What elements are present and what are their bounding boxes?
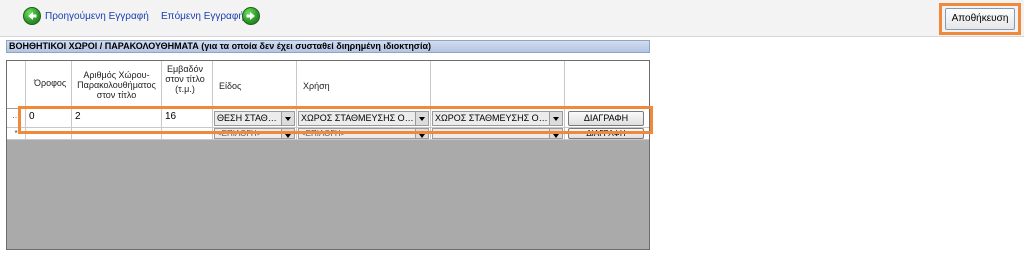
new-row-indicator[interactable]: * bbox=[7, 128, 26, 140]
chevron-down-icon[interactable] bbox=[281, 129, 294, 138]
column-header-action bbox=[565, 61, 649, 109]
chevron-down-icon[interactable] bbox=[415, 129, 428, 138]
use-cell: ΧΩΡΟΣ ΣΤΑΘΜΕΥΣΗΣ Ο… bbox=[297, 109, 431, 128]
column-header-use-label: Χρήση bbox=[303, 81, 330, 91]
section-title: ΒΟΗΘΗΤΙΚΟΙ ΧΩΡΟΙ / ΠΑΡΑΚΟΛΟΥΘΗΜΑΤΑ (για … bbox=[6, 40, 650, 53]
type-dropdown[interactable]: ΘΕΣΗ ΣΤΑΘ… bbox=[214, 111, 295, 126]
new-type-dropdown[interactable]: <ΕΠΙΛΟΓΗ> bbox=[214, 128, 295, 139]
extra-dropdown-value: ΧΩΡΟΣ ΣΤΑΘΜΕΥΣΗΣ Ο… bbox=[435, 113, 548, 123]
new-space-number-input[interactable] bbox=[72, 128, 162, 140]
new-action-cell: ΔΙΑΓΡΑΦΗ bbox=[565, 128, 649, 140]
new-use-cell: <ΕΠΙΛΟΓΗ> bbox=[297, 128, 431, 140]
column-header-type-label: Είδος bbox=[219, 81, 242, 91]
extra-dropdown[interactable]: ΧΩΡΟΣ ΣΤΑΘΜΕΥΣΗΣ Ο… bbox=[432, 111, 563, 126]
previous-record-link[interactable]: Προηγούμενη Εγγραφή bbox=[45, 11, 149, 22]
column-header-floor[interactable]: Όροφος bbox=[26, 61, 72, 109]
column-header-number-label: Αριθμός Χώρου-Παρακολουθήματος στον τίτλ… bbox=[77, 70, 156, 100]
new-delete-row-button[interactable]: ΔΙΑΓΡΑΦΗ bbox=[568, 128, 644, 139]
column-header-extra[interactable] bbox=[431, 61, 565, 109]
new-type-cell: <ΕΠΙΛΟΓΗ> bbox=[213, 128, 297, 140]
new-extra-dropdown[interactable] bbox=[432, 128, 563, 139]
row-header-corner bbox=[7, 61, 26, 109]
column-header-use[interactable]: Χρήση bbox=[297, 61, 431, 109]
area-input[interactable]: 16 bbox=[162, 109, 213, 128]
previous-record-button[interactable] bbox=[23, 7, 41, 25]
chevron-down-icon[interactable] bbox=[281, 112, 294, 125]
save-button[interactable]: Αποθήκευση bbox=[945, 8, 1015, 30]
chevron-down-icon[interactable] bbox=[549, 112, 562, 125]
arrow-right-icon bbox=[246, 12, 255, 20]
auxiliary-spaces-grid: Όροφος Αριθμός Χώρου-Παρακολουθήματος στ… bbox=[6, 60, 650, 250]
new-extra-cell bbox=[431, 128, 565, 140]
action-cell: ΔΙΑΓΡΑΦΗ bbox=[565, 109, 649, 128]
column-header-area-label: Εμβαδόν στον τίτλο (τ.μ.) bbox=[165, 64, 205, 94]
chevron-down-icon[interactable] bbox=[549, 129, 562, 138]
new-floor-input[interactable] bbox=[26, 128, 72, 140]
use-dropdown[interactable]: ΧΩΡΟΣ ΣΤΑΘΜΕΥΣΗΣ Ο… bbox=[298, 111, 429, 126]
extra-cell: ΧΩΡΟΣ ΣΤΑΘΜΕΥΣΗΣ Ο… bbox=[431, 109, 565, 128]
type-dropdown-value: ΘΕΣΗ ΣΤΑΘ… bbox=[217, 113, 277, 123]
toolbar: Προηγούμενη Εγγραφή Επόμενη Εγγραφή Αποθ… bbox=[0, 0, 1024, 37]
arrow-left-icon bbox=[28, 12, 37, 20]
column-header-floor-label: Όροφος bbox=[34, 78, 67, 88]
type-cell: ΘΕΣΗ ΣΤΑΘ… bbox=[213, 109, 297, 128]
floor-input[interactable]: 0 bbox=[26, 109, 72, 128]
new-use-dropdown-value: <ΕΠΙΛΟΓΗ> bbox=[301, 129, 346, 138]
new-use-dropdown[interactable]: <ΕΠΙΛΟΓΗ> bbox=[298, 128, 429, 139]
use-dropdown-value: ΧΩΡΟΣ ΣΤΑΘΜΕΥΣΗΣ Ο… bbox=[301, 113, 414, 123]
new-area-input[interactable] bbox=[162, 128, 213, 140]
row-indicator[interactable]: … bbox=[7, 109, 26, 128]
column-header-type[interactable]: Είδος bbox=[213, 61, 297, 109]
column-header-area[interactable]: Εμβαδόν στον τίτλο (τ.μ.) bbox=[162, 61, 213, 109]
next-record-link[interactable]: Επόμενη Εγγραφή bbox=[161, 11, 244, 22]
column-header-number[interactable]: Αριθμός Χώρου-Παρακολουθήματος στον τίτλ… bbox=[72, 61, 162, 109]
space-number-input[interactable]: 2 bbox=[72, 109, 162, 128]
save-button-highlight: Αποθήκευση bbox=[939, 3, 1021, 35]
delete-row-button[interactable]: ΔΙΑΓΡΑΦΗ bbox=[568, 111, 644, 126]
chevron-down-icon[interactable] bbox=[415, 112, 428, 125]
new-type-dropdown-value: <ΕΠΙΛΟΓΗ> bbox=[217, 129, 262, 138]
next-record-button[interactable] bbox=[242, 7, 260, 25]
